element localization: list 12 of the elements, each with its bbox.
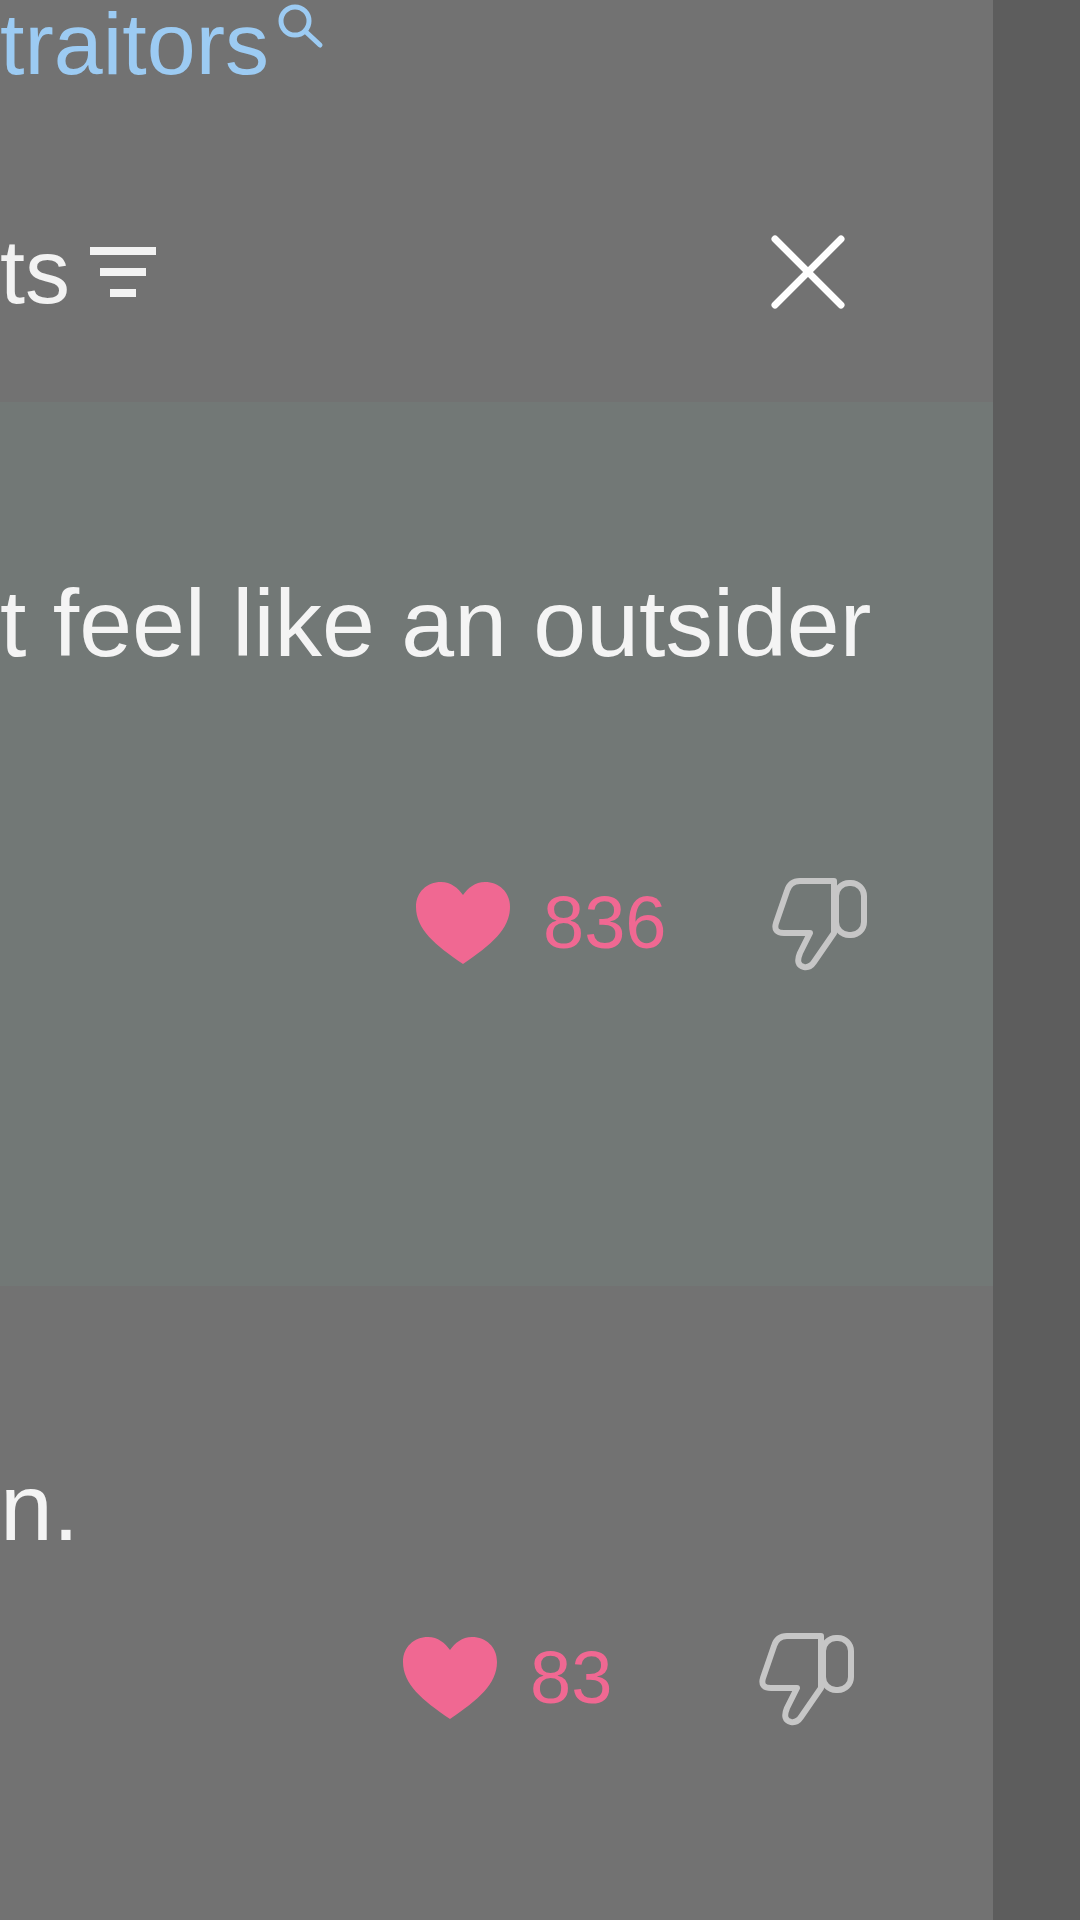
close-icon[interactable]	[771, 235, 845, 309]
comment-text: n.	[0, 1460, 81, 1555]
thumbs-down-icon[interactable]	[757, 1630, 857, 1726]
thumbs-down-icon[interactable]	[770, 875, 870, 971]
filter-icon[interactable]	[88, 247, 158, 297]
like-count: 83	[530, 1641, 614, 1715]
panel-title: ts	[0, 227, 70, 317]
like-count: 836	[543, 886, 668, 960]
heart-icon[interactable]	[413, 879, 513, 967]
search-keyword-link[interactable]: traitors	[0, 0, 327, 88]
comment-text: t feel like an outsider	[0, 576, 873, 671]
heart-icon[interactable]	[400, 1634, 500, 1722]
